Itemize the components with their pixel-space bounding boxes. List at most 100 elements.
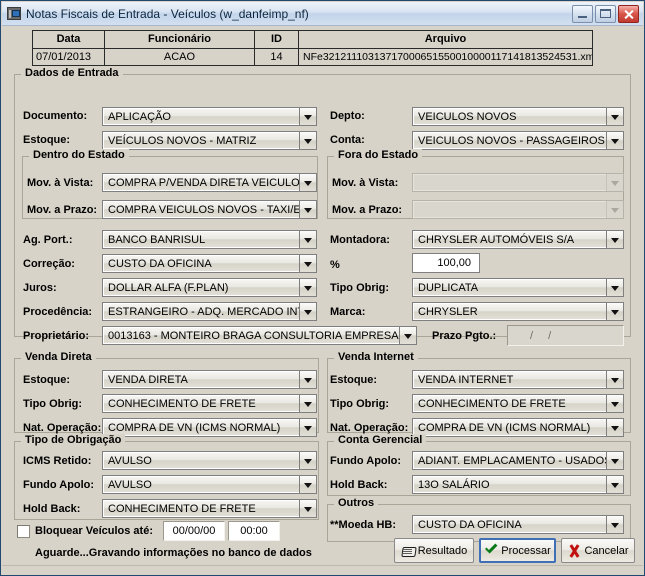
label-correcao: Correção: bbox=[23, 258, 75, 270]
combo-fundo-apolo-obrigacao[interactable]: AVULSO bbox=[102, 475, 317, 494]
label-tipo-obrig-venda-direta: Tipo Obrig: bbox=[23, 398, 83, 410]
column-header-data: Data bbox=[33, 31, 105, 48]
cell-arquivo: NFe3212111031371700065155001000011714181… bbox=[299, 48, 592, 65]
combo-documento[interactable]: APLICAÇÃO bbox=[102, 107, 317, 126]
combo-tipo-obrig-entrada-value: DUPLICATA bbox=[413, 279, 606, 296]
group-legend-tipo-de-obrigacao: Tipo de Obrigação bbox=[21, 434, 126, 446]
label-hold-back-obrigacao: Hold Back: bbox=[23, 503, 81, 515]
input-bloquear-data[interactable]: 00/00/00 bbox=[163, 521, 225, 541]
chevron-down-icon[interactable] bbox=[299, 500, 316, 517]
cell-id: 14 bbox=[255, 48, 299, 65]
chevron-down-icon[interactable] bbox=[606, 279, 623, 296]
cancelar-button[interactable]: Cancelar bbox=[561, 538, 635, 563]
combo-mov-prazo-dentro[interactable]: COMPRA VEICULOS NOVOS - TAXI/E bbox=[102, 200, 317, 219]
label-juros: Juros: bbox=[23, 282, 57, 294]
chevron-down-icon[interactable] bbox=[299, 419, 316, 436]
computer-icon bbox=[6, 6, 22, 22]
column-header-id: ID bbox=[255, 31, 299, 48]
chevron-down-icon[interactable] bbox=[299, 476, 316, 493]
chevron-down-icon[interactable] bbox=[299, 279, 316, 296]
combo-moeda-hb-value: CUSTO DA OFICINA bbox=[413, 516, 606, 533]
chevron-down-icon[interactable] bbox=[606, 231, 623, 248]
processar-button[interactable]: Processar bbox=[479, 538, 556, 563]
chevron-down-icon bbox=[606, 174, 623, 191]
combo-proprietario[interactable]: 0013163 - MONTEIRO BRAGA CONSULTORIA EMP… bbox=[102, 326, 417, 345]
group-legend-venda-direta: Venda Direta bbox=[21, 351, 96, 363]
label-prazo-pgto: Prazo Pgto.: bbox=[432, 330, 497, 342]
chevron-down-icon[interactable] bbox=[606, 108, 623, 125]
chevron-down-icon[interactable] bbox=[299, 201, 316, 218]
combo-tipo-obrig-venda-internet[interactable]: CONHECIMENTO DE FRETE bbox=[412, 394, 624, 413]
column-header-funcionario: Funcionário bbox=[105, 31, 255, 48]
table-header-row: Data Funcionário ID Arquivo bbox=[33, 31, 592, 49]
combo-mov-vista-dentro[interactable]: COMPRA P/VENDA DIRETA VEICULOS bbox=[102, 173, 317, 192]
chevron-down-icon[interactable] bbox=[299, 395, 316, 412]
chevron-down-icon[interactable] bbox=[606, 303, 623, 320]
title-bar: Notas Fiscais de Entrada - Veículos (w_d… bbox=[2, 2, 643, 26]
combo-estoque-entrada-value: VEÍCULOS NOVOS - MATRIZ bbox=[103, 132, 299, 149]
combo-nat-operacao-venda-direta[interactable]: COMPRA DE VN (ICMS NORMAL) bbox=[102, 418, 317, 437]
chevron-down-icon[interactable] bbox=[299, 174, 316, 191]
chevron-down-icon[interactable] bbox=[299, 255, 316, 272]
combo-hold-back-obrigacao[interactable]: CONHECIMENTO DE FRETE bbox=[102, 499, 317, 518]
client-area: Data Funcionário ID Arquivo 07/01/2013 A… bbox=[2, 26, 643, 574]
chevron-down-icon[interactable] bbox=[399, 327, 416, 344]
file-info-table: Data Funcionário ID Arquivo 07/01/2013 A… bbox=[32, 30, 593, 66]
label-estoque-venda-direta: Estoque: bbox=[23, 374, 71, 386]
input-percent[interactable]: 100,00 bbox=[412, 253, 480, 273]
group-legend-conta-gerencial: Conta Gerencial bbox=[334, 434, 427, 446]
group-legend-outros: Outros bbox=[334, 497, 379, 509]
chevron-down-icon[interactable] bbox=[606, 132, 623, 149]
chevron-down-icon[interactable] bbox=[299, 108, 316, 125]
combo-correcao-value: CUSTO DA OFICINA bbox=[103, 255, 299, 272]
combo-estoque-venda-internet[interactable]: VENDA INTERNET bbox=[412, 370, 624, 389]
combo-tipo-obrig-venda-direta-value: CONHECIMENTO DE FRETE bbox=[103, 395, 299, 412]
window-controls bbox=[572, 4, 643, 23]
combo-tipo-obrig-entrada[interactable]: DUPLICATA bbox=[412, 278, 624, 297]
x-icon bbox=[567, 544, 582, 558]
combo-estoque-venda-internet-value: VENDA INTERNET bbox=[413, 371, 606, 388]
checkbox-bloquear-veiculos[interactable] bbox=[17, 525, 30, 538]
label-percent: % bbox=[330, 259, 340, 271]
label-conta: Conta: bbox=[330, 134, 365, 146]
chevron-down-icon[interactable] bbox=[606, 452, 623, 469]
chevron-down-icon[interactable] bbox=[606, 371, 623, 388]
combo-ag-port[interactable]: BANCO BANRISUL bbox=[102, 230, 317, 249]
label-mov-vista-dentro: Mov. à Vista: bbox=[27, 177, 94, 189]
combo-icms-retido[interactable]: AVULSO bbox=[102, 451, 317, 470]
combo-conta[interactable]: VEICULOS NOVOS - PASSAGEIROS bbox=[412, 131, 624, 150]
label-hold-back-gerencial: Hold Back: bbox=[330, 479, 388, 491]
chevron-down-icon[interactable] bbox=[299, 303, 316, 320]
chevron-down-icon[interactable] bbox=[299, 452, 316, 469]
table-row[interactable]: 07/01/2013 ACAO 14 NFe321211103137170006… bbox=[33, 48, 592, 65]
combo-nat-operacao-venda-internet[interactable]: COMPRA DE VN (ICMS NORMAL) bbox=[412, 418, 624, 437]
footer-divider bbox=[2, 565, 643, 566]
combo-moeda-hb[interactable]: CUSTO DA OFICINA bbox=[412, 515, 624, 534]
combo-depto[interactable]: VEICULOS NOVOS bbox=[412, 107, 624, 126]
combo-fundo-apolo-gerencial[interactable]: ADIANT. EMPLACAMENTO - USADOS bbox=[412, 451, 624, 470]
combo-juros[interactable]: DOLLAR ALFA (F.PLAN) bbox=[102, 278, 317, 297]
combo-montadora[interactable]: CHRYSLER AUTOMÓVEIS S/A bbox=[412, 230, 624, 249]
resultado-button[interactable]: Resultado bbox=[394, 538, 474, 563]
chevron-down-icon[interactable] bbox=[299, 371, 316, 388]
combo-tipo-obrig-venda-direta[interactable]: CONHECIMENTO DE FRETE bbox=[102, 394, 317, 413]
chevron-down-icon[interactable] bbox=[606, 395, 623, 412]
chevron-down-icon[interactable] bbox=[606, 516, 623, 533]
close-button[interactable] bbox=[618, 4, 639, 23]
chevron-down-icon[interactable] bbox=[606, 419, 623, 436]
combo-marca[interactable]: CHRYSLER bbox=[412, 302, 624, 321]
combo-montadora-value: CHRYSLER AUTOMÓVEIS S/A bbox=[413, 231, 606, 248]
input-bloquear-hora[interactable]: 00:00 bbox=[228, 521, 280, 541]
combo-procedencia[interactable]: ESTRANGEIRO - ADQ. MERCADO INTE bbox=[102, 302, 317, 321]
chevron-down-icon[interactable] bbox=[299, 231, 316, 248]
combo-estoque-venda-direta[interactable]: VENDA DIRETA bbox=[102, 370, 317, 389]
combo-estoque-entrada[interactable]: VEÍCULOS NOVOS - MATRIZ bbox=[102, 131, 317, 150]
chevron-down-icon[interactable] bbox=[606, 476, 623, 493]
minimize-button[interactable] bbox=[572, 4, 593, 23]
maximize-button[interactable] bbox=[595, 4, 616, 23]
label-fundo-apolo-obrigacao: Fundo Apolo: bbox=[23, 479, 95, 491]
combo-ag-port-value: BANCO BANRISUL bbox=[103, 231, 299, 248]
combo-correcao[interactable]: CUSTO DA OFICINA bbox=[102, 254, 317, 273]
combo-hold-back-gerencial[interactable]: 13O SALÁRIO bbox=[412, 475, 624, 494]
chevron-down-icon[interactable] bbox=[299, 132, 316, 149]
